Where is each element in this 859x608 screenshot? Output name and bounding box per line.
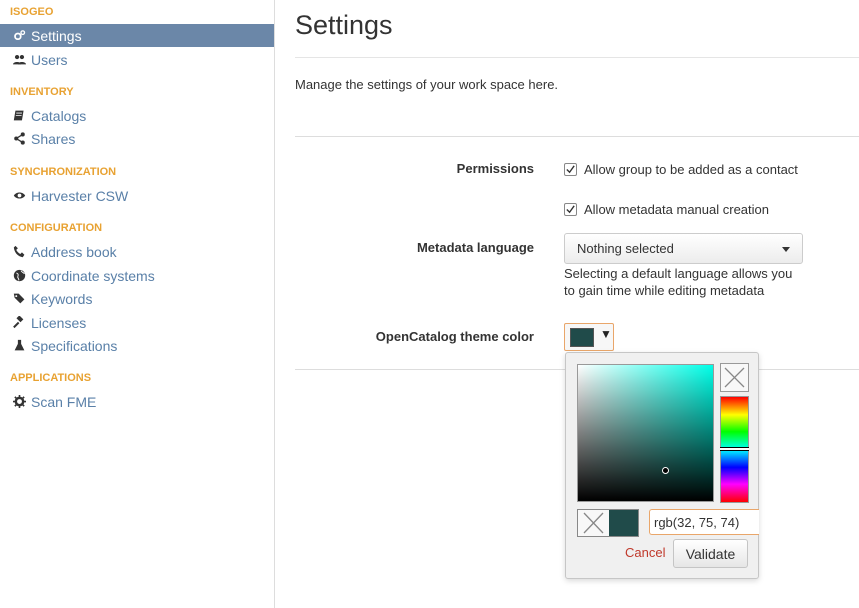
allow-manual-creation-checkbox[interactable] [564, 203, 577, 216]
metadata-language-label: Metadata language [416, 240, 534, 255]
no-color-x-icon [583, 512, 604, 534]
share-icon [12, 132, 26, 146]
section-title-isogeo: ISOGEO [10, 6, 54, 18]
sidebar: ISOGEO Settings Users INVENTORY Catalogs… [0, 0, 275, 608]
current-color-preview [609, 510, 638, 536]
divider [758, 369, 859, 370]
divider [295, 369, 565, 370]
sidebar-item-coordinate-systems[interactable]: Coordinate systems [0, 264, 274, 287]
sidebar-item-label: Shares [31, 130, 76, 147]
book-icon [12, 109, 26, 123]
allow-contact-label: Allow group to be added as a contact [584, 162, 798, 177]
eye-icon [12, 189, 26, 203]
sidebar-item-shares[interactable]: Shares [0, 127, 274, 150]
color-preview [577, 509, 639, 537]
allow-manual-creation-checkbox-row[interactable]: Allow metadata manual creation [564, 202, 769, 217]
permissions-label: Permissions [456, 161, 534, 176]
sidebar-item-label: Specifications [31, 337, 118, 354]
hue-slider[interactable] [720, 396, 749, 503]
theme-color-swatch [570, 328, 594, 347]
hue-slider-handle[interactable] [720, 447, 749, 451]
metadata-language-select[interactable]: Nothing selected [564, 233, 803, 264]
color-value-input[interactable] [649, 509, 759, 535]
divider [295, 57, 859, 58]
color-selector-handle[interactable] [662, 467, 669, 474]
flask-icon [12, 339, 26, 353]
color-picker-popup: Cancel Validate [565, 352, 759, 579]
sidebar-item-catalogs[interactable]: Catalogs [0, 104, 274, 127]
sidebar-item-label: Keywords [31, 290, 93, 307]
dropdown-triangle-icon: ▼ [600, 327, 612, 341]
sidebar-item-label: Licenses [31, 314, 87, 331]
tags-icon [12, 292, 26, 306]
section-title-applications: APPLICATIONS [10, 372, 92, 384]
theme-color-label: OpenCatalog theme color [375, 329, 534, 344]
cog-icon [12, 395, 26, 409]
sidebar-item-label: Scan FME [31, 393, 97, 410]
section-title-synchronization: SYNCHRONIZATION [10, 166, 117, 178]
metadata-language-selected: Nothing selected [577, 241, 674, 256]
allow-manual-creation-label: Allow metadata manual creation [584, 202, 769, 217]
sidebar-item-label: Coordinate systems [31, 267, 155, 284]
sidebar-item-address-book[interactable]: Address book [0, 240, 274, 263]
saturation-value-area[interactable] [577, 364, 714, 502]
users-icon [12, 53, 26, 67]
page-title: Settings [295, 10, 393, 40]
clear-x-icon [724, 367, 745, 388]
no-color-preview[interactable] [578, 510, 609, 536]
metadata-language-help: Selecting a default language allows you … [564, 266, 793, 298]
gavel-icon [12, 316, 26, 330]
sidebar-item-specifications[interactable]: Specifications [0, 334, 274, 357]
sidebar-item-keywords[interactable]: Keywords [0, 287, 274, 310]
allow-contact-checkbox-row[interactable]: Allow group to be added as a contact [564, 162, 798, 177]
divider [295, 136, 859, 137]
theme-color-button[interactable]: ▼ [564, 323, 614, 351]
validate-button[interactable]: Validate [673, 539, 748, 568]
section-title-configuration: CONFIGURATION [10, 222, 103, 234]
sidebar-item-label: Settings [31, 27, 82, 44]
section-title-inventory: INVENTORY [10, 86, 74, 98]
sidebar-item-scan-fme[interactable]: Scan FME [0, 390, 274, 413]
sidebar-item-label: Address book [31, 243, 117, 260]
clear-color-button[interactable] [720, 363, 749, 392]
phone-icon [12, 245, 26, 259]
sidebar-item-licenses[interactable]: Licenses [0, 311, 274, 334]
cancel-button[interactable]: Cancel [625, 545, 665, 560]
caret-down-icon [782, 247, 790, 252]
sidebar-item-settings[interactable]: Settings [0, 24, 274, 47]
sidebar-item-label: Catalogs [31, 107, 87, 124]
sidebar-item-users[interactable]: Users [0, 48, 274, 71]
globe-icon [12, 269, 26, 283]
allow-contact-checkbox[interactable] [564, 163, 577, 176]
sidebar-item-label: Harvester CSW [31, 187, 129, 204]
sidebar-item-harvester-csw[interactable]: Harvester CSW [0, 184, 274, 207]
intro-text: Manage the settings of your work space h… [295, 77, 559, 92]
sidebar-item-label: Users [31, 51, 68, 68]
cogs-icon [12, 29, 26, 43]
